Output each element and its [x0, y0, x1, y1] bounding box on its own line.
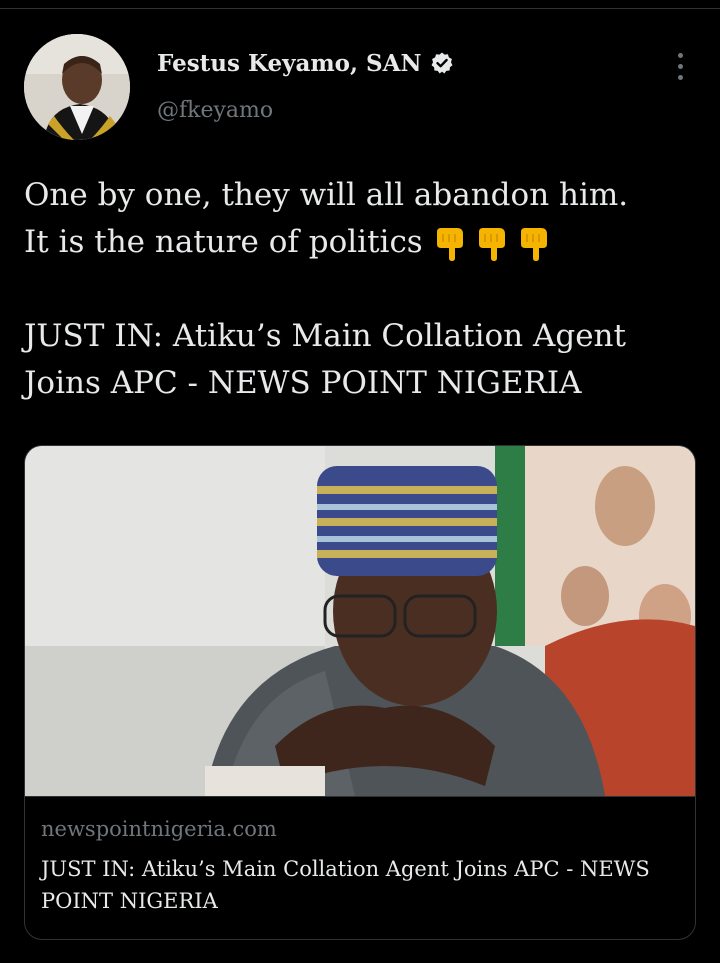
card-title: JUST IN: Atiku’s Main Collation Agent Jo… [41, 857, 650, 913]
emoji-group [433, 226, 551, 262]
author-name-row[interactable]: Festus Keyamo, SAN [157, 46, 454, 80]
more-dot-icon [677, 63, 683, 69]
more-dot-icon [677, 74, 683, 80]
avatar[interactable] [24, 34, 130, 140]
tweet-headline-line-1: JUST IN: Atiku’s Main Collation Agent [24, 318, 626, 354]
verified-badge-icon [430, 51, 454, 75]
pointing-down-emoji-icon [520, 227, 547, 261]
more-dot-icon [677, 52, 683, 58]
card-domain: newspointnigeria.com [41, 817, 277, 841]
card-meta[interactable]: newspointnigeria.com JUST IN: Atiku’s Ma… [25, 796, 695, 939]
pointing-down-emoji-icon [478, 227, 505, 261]
more-options-button[interactable] [664, 50, 696, 82]
tweet-text: One by one, they will all abandon him. I… [24, 172, 704, 407]
tweet-line-2-text: It is the nature of politics [24, 224, 423, 260]
tweet-headline-line-2: Joins APC - NEWS POINT NIGERIA [24, 365, 582, 401]
author-handle[interactable]: @fkeyamo [157, 98, 273, 123]
card-image[interactable] [25, 446, 695, 796]
author-display-name[interactable]: Festus Keyamo, SAN [157, 50, 422, 77]
link-preview-card[interactable]: newspointnigeria.com JUST IN: Atiku’s Ma… [24, 445, 696, 940]
profile-photo-avatar-icon [24, 34, 130, 140]
tweet-line-2: It is the nature of politics [24, 219, 704, 266]
top-divider [0, 8, 720, 9]
news-article-photo-icon [25, 446, 695, 796]
pointing-down-emoji-icon [436, 227, 463, 261]
tweet-line-1: One by one, they will all abandon him. [24, 177, 629, 213]
